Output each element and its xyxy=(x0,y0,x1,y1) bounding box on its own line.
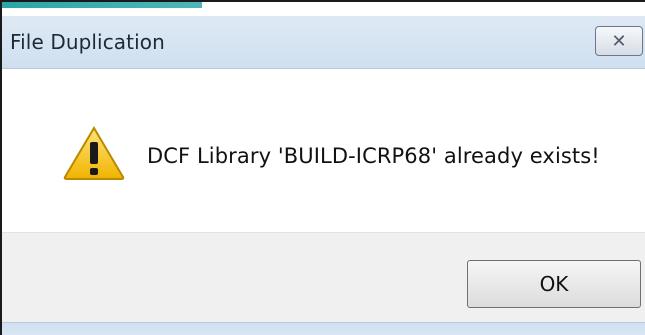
bottom-strip xyxy=(2,322,645,335)
dialog-title: File Duplication xyxy=(10,30,165,54)
ok-button[interactable]: OK xyxy=(467,260,641,308)
title-bar[interactable]: File Duplication ✕ xyxy=(2,16,645,69)
message-text: DCF Library 'BUILD-ICRP68' already exist… xyxy=(147,144,600,168)
close-button[interactable]: ✕ xyxy=(595,26,643,56)
close-icon: ✕ xyxy=(611,30,627,52)
dialog-window: File Duplication ✕ DCF Library 'BUILD-IC… xyxy=(0,0,645,335)
top-accent-bar xyxy=(2,2,202,8)
dialog-content: DCF Library 'BUILD-ICRP68' already exist… xyxy=(2,69,645,232)
button-bar: OK xyxy=(2,232,645,335)
warning-icon xyxy=(63,126,125,180)
